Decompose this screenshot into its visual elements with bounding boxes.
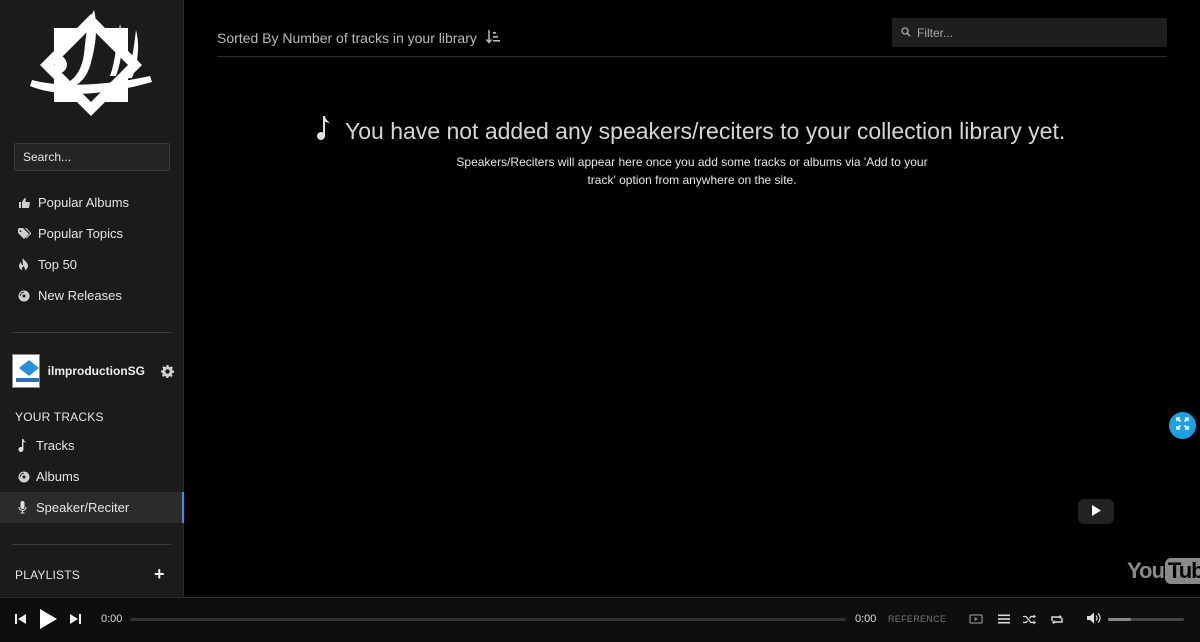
sidebar-divider xyxy=(12,332,171,333)
main-nav: Popular Albums Popular Topics Top 50 New… xyxy=(0,187,184,311)
sidebar: Popular Albums Popular Topics Top 50 New… xyxy=(0,0,184,597)
nav-label: Top 50 xyxy=(38,257,78,272)
nav-label: New Releases xyxy=(38,288,122,303)
previous-icon[interactable] xyxy=(14,612,28,626)
header-divider xyxy=(217,56,1167,57)
nav-speaker-reciter[interactable]: Speaker/Reciter xyxy=(0,492,184,523)
total-time: 0:00 xyxy=(855,613,877,625)
sidebar-divider xyxy=(12,544,171,545)
gear-icon[interactable] xyxy=(161,364,174,378)
your-tracks-heading: YOUR TRACKS xyxy=(15,410,104,424)
play-button[interactable] xyxy=(37,608,59,630)
shuffle-icon[interactable] xyxy=(1021,612,1037,626)
nav-popular-topics[interactable]: Popular Topics xyxy=(0,218,184,249)
nav-popular-albums[interactable]: Popular Albums xyxy=(0,187,184,218)
tags-icon xyxy=(18,227,38,240)
nav-albums[interactable]: Albums xyxy=(0,461,184,492)
player-bar: 0:00 0:00 REFERENCE xyxy=(0,597,1200,642)
youtube-logo-tube: Tube xyxy=(1164,558,1200,584)
microphone-icon xyxy=(18,501,36,514)
current-time: 0:00 xyxy=(101,613,123,625)
volume-slider[interactable] xyxy=(1108,618,1184,621)
thumbs-up-icon xyxy=(18,197,38,209)
youtube-logo-you: You xyxy=(1127,558,1165,583)
play-icon xyxy=(1091,503,1101,521)
search-icon xyxy=(901,24,911,42)
add-playlist-button[interactable]: + xyxy=(154,565,165,583)
volume-fill xyxy=(1108,618,1131,621)
site-logo[interactable] xyxy=(24,6,158,134)
empty-state-title: You have not added any speakers/reciters… xyxy=(315,116,1075,147)
repeat-icon[interactable] xyxy=(1048,612,1066,626)
empty-state-title-text: You have not added any speakers/reciters… xyxy=(345,118,1066,144)
avatar[interactable] xyxy=(12,354,40,388)
fire-icon xyxy=(18,258,38,271)
your-tracks-nav: Tracks Albums Speaker/Reciter xyxy=(0,430,184,523)
nav-label: Albums xyxy=(36,469,80,484)
filter-input[interactable] xyxy=(917,25,1157,40)
main-content: Sorted By Number of tracks in your libra… xyxy=(185,0,1200,597)
nav-new-releases[interactable]: New Releases xyxy=(0,280,184,311)
nav-label: Popular Albums xyxy=(38,195,130,210)
filter-box[interactable] xyxy=(892,18,1167,47)
nav-label: Speaker/Reciter xyxy=(36,500,130,515)
sort-descending-icon[interactable] xyxy=(485,29,501,50)
search-input[interactable] xyxy=(14,143,170,171)
nav-label: Popular Topics xyxy=(38,226,124,241)
empty-state-subtitle: Speakers/Reciters will appear here once … xyxy=(456,155,928,187)
nav-label: Tracks xyxy=(36,438,75,453)
user-profile[interactable]: ilmproductionSG xyxy=(12,354,174,388)
profile-name: ilmproductionSG xyxy=(47,364,145,378)
youtube-logo[interactable]: YouTube xyxy=(1127,558,1200,584)
music-note-icon xyxy=(315,116,331,147)
music-note-icon xyxy=(18,439,36,452)
nav-tracks[interactable]: Tracks xyxy=(0,430,184,461)
expand-icon xyxy=(1176,416,1189,435)
expand-button[interactable] xyxy=(1169,412,1196,439)
reference-label[interactable]: REFERENCE xyxy=(888,614,946,624)
playlists-heading: PLAYLISTS xyxy=(15,568,80,582)
disc-icon xyxy=(18,290,38,302)
sort-label: Sorted By Number of tracks in your libra… xyxy=(217,30,477,46)
progress-bar[interactable] xyxy=(130,618,846,621)
disc-icon xyxy=(18,471,36,483)
nav-top-50[interactable]: Top 50 xyxy=(0,249,184,280)
video-toggle-icon[interactable] xyxy=(968,612,984,626)
queue-list-icon[interactable] xyxy=(996,612,1012,626)
volume-icon[interactable] xyxy=(1086,611,1102,625)
next-icon[interactable] xyxy=(68,612,82,626)
youtube-play-button[interactable] xyxy=(1078,499,1114,524)
